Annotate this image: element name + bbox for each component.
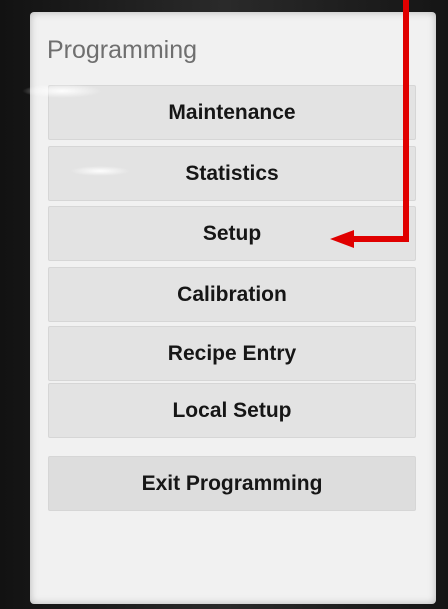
calibration-button[interactable]: Calibration (48, 267, 416, 322)
device-frame: Programming Maintenance Statistics Setup… (0, 0, 448, 609)
exit-programming-button[interactable]: Exit Programming (48, 456, 416, 511)
local-setup-button[interactable]: Local Setup (48, 383, 416, 438)
annotation-arrow-head-icon (330, 230, 354, 248)
setup-button[interactable]: Setup (48, 206, 416, 261)
page-title: Programming (47, 36, 198, 64)
annotation-arrow-shaft (352, 236, 409, 242)
recipe-entry-button[interactable]: Recipe Entry (48, 326, 416, 381)
maintenance-button[interactable]: Maintenance (48, 85, 416, 140)
screen-glare (22, 84, 102, 98)
annotation-arrow-shaft (403, 0, 409, 242)
touch-screen: Programming Maintenance Statistics Setup… (30, 12, 436, 604)
screen-glare (70, 166, 130, 176)
